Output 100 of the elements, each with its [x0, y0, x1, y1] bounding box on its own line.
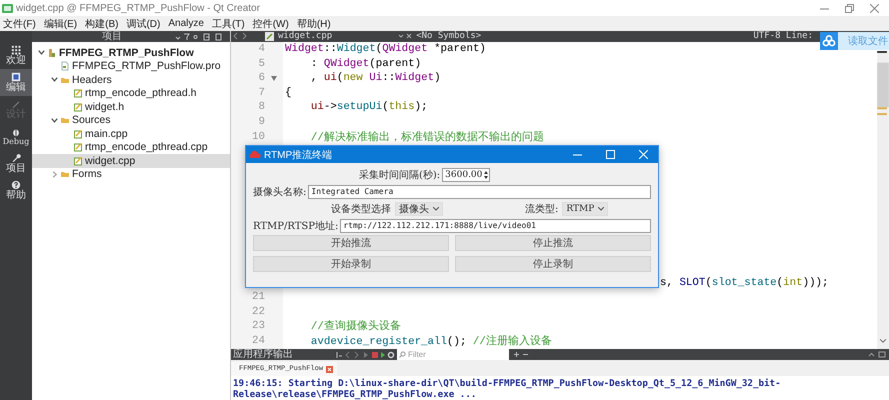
symbols-dropdown[interactable]: <No Symbols> — [416, 31, 482, 42]
mode-button[interactable]: 项目 — [0, 150, 32, 177]
tree-item[interactable]: Headers — [32, 73, 230, 86]
line-number: 24 — [251, 334, 265, 347]
help-icon — [11, 180, 21, 190]
output-toolbar-icon[interactable] — [335, 350, 395, 359]
app-icon — [2, 4, 13, 12]
restore-icon[interactable] — [845, 4, 854, 12]
menu-item[interactable]: 文件(F) — [3, 16, 36, 30]
line-number: 21 — [251, 291, 265, 304]
grid-icon — [11, 45, 21, 55]
window-title: widget.cpp @ FFMPEG_RTMP_PushFlow - Qt Creator — [16, 2, 260, 14]
mode-button[interactable]: Debug — [0, 123, 32, 150]
menu-item[interactable]: 帮助(H) — [296, 16, 331, 30]
bug-icon — [11, 127, 21, 137]
action-button[interactable]: 开始推流 — [253, 235, 449, 251]
tree-item[interactable]: Sources — [32, 114, 230, 127]
line-number: 8 — [258, 101, 265, 114]
device-type-dropdown[interactable]: 摄像头 — [395, 202, 443, 216]
field-label: 设备类型选择 — [331, 202, 391, 216]
file-tab[interactable]: widget.cpp — [278, 31, 332, 42]
field-label: 流类型: — [525, 202, 558, 216]
cloud-icon[interactable] — [820, 32, 838, 50]
line-number: 22 — [251, 306, 265, 318]
menu-item[interactable]: 控件(W) — [252, 16, 289, 30]
menu-item[interactable]: Analyze — [168, 18, 204, 29]
source-file-icon — [73, 142, 83, 152]
encoding-label[interactable]: UTF-8 Line: — [753, 31, 813, 42]
spin-arrows-icon[interactable] — [483, 168, 490, 180]
code-line: s, SLOT(slot_state(int))); — [659, 276, 829, 289]
action-button[interactable]: 开始录制 — [253, 256, 449, 272]
chevron-right-icon[interactable] — [50, 170, 59, 179]
tree-item[interactable]: Forms — [32, 168, 230, 181]
menu-item[interactable]: 调试(D) — [126, 16, 160, 30]
scrollbar[interactable] — [877, 50, 889, 349]
pencil-icon — [11, 99, 21, 109]
code-line: { — [284, 86, 292, 99]
mode-button[interactable]: 编辑 — [0, 69, 32, 96]
stream-type-dropdown[interactable]: RTMP — [562, 202, 608, 216]
line-number: 9 — [258, 116, 265, 128]
menu-item[interactable]: 编辑(E) — [44, 16, 78, 30]
zoom-in-out-icon[interactable] — [513, 351, 529, 358]
pane-title: 项目 — [102, 32, 122, 42]
source-file-icon — [73, 128, 83, 139]
chevron-down-icon[interactable] — [37, 48, 46, 58]
mode-button[interactable]: 帮助 — [0, 177, 32, 204]
code-line: Widget::Widget(QWidget *parent) — [284, 43, 486, 56]
tree-item[interactable]: widget.h — [32, 100, 230, 114]
line-number: 10 — [251, 130, 265, 143]
file-icon — [60, 61, 70, 72]
close-icon[interactable] — [870, 4, 879, 12]
folder-icon — [60, 169, 70, 180]
field-label: 采集时间间隔(秒): — [359, 168, 440, 182]
output-log: 19:46:15: Starting D:\linux-share-dir\QT\build-FFMPEG_RTMP_PushFlow-Desktop_Qt_5_12_6_MinGW_32_bit- Release\release\FFMPEG_RTMP_PushFlow.exe ... — [232, 377, 782, 400]
caret-icon — [433, 206, 439, 210]
interval-spinbox[interactable]: 3600.00 — [442, 168, 490, 182]
code-line: //查询摄像头设备 — [310, 319, 401, 334]
line-number: 6 — [258, 72, 265, 84]
code-line: //解决标准输出，标准错误的数据不输出的问题 — [310, 130, 544, 144]
chevron-down-icon[interactable] — [50, 116, 59, 125]
code-line: , ui(new Ui::Widget) — [310, 72, 441, 84]
source-file-icon — [73, 102, 83, 112]
tree-item[interactable]: FFMPEG_RTMP_PushFlow.pro — [32, 60, 230, 73]
document-icon — [11, 72, 21, 82]
tree-item[interactable]: main.cpp — [32, 127, 230, 140]
tree-item[interactable]: FFMPEG_RTMP_PushFlow — [32, 46, 230, 60]
search-icon — [399, 351, 406, 358]
tree-item[interactable]: widget.cpp — [32, 154, 230, 168]
line-number: 23 — [251, 320, 265, 332]
action-button[interactable]: 停止录制 — [455, 256, 651, 272]
camera-name-field[interactable]: Integrated Camera — [308, 184, 651, 198]
tree-item[interactable]: rtmp_encode_pthread.cpp — [32, 140, 230, 154]
cloud-icon — [249, 150, 261, 159]
pane-controls-icon[interactable] — [868, 351, 886, 358]
pane-title: 应用程序输出 — [233, 350, 293, 360]
folder-icon — [60, 115, 70, 126]
dialog-title: RTMP推流终端 — [264, 148, 332, 162]
code-line: avdevice_register_all(); //注册输入设备 — [310, 334, 552, 348]
source-file-icon — [73, 156, 83, 166]
chevron-down-icon[interactable] — [50, 75, 59, 84]
line-number: 4 — [258, 43, 265, 56]
source-file-icon — [73, 88, 83, 98]
url-field[interactable]: rtmp://122.112.212.171:8888/live/video01 — [340, 218, 651, 232]
mode-button[interactable]: 欢迎 — [0, 42, 32, 69]
caret-icon — [598, 206, 604, 210]
line-number: 5 — [258, 58, 265, 70]
line-number: 7 — [258, 86, 265, 99]
fold-arrow-icon[interactable] — [271, 76, 277, 81]
tree-item[interactable]: rtmp_encode_pthread.h — [32, 86, 230, 100]
field-label: 摄像头名称: — [253, 186, 306, 198]
dropdown-close-icon[interactable] — [398, 32, 412, 40]
project-icon — [47, 48, 57, 58]
menu-item[interactable]: 工具(T) — [212, 16, 245, 30]
code-line: ui->setupUi(this); — [310, 101, 428, 114]
code-line: : QWidget(parent) — [310, 58, 422, 70]
action-button[interactable]: 停止推流 — [455, 235, 651, 251]
menu-item[interactable]: 构建(B) — [85, 16, 118, 30]
maximize-icon[interactable] — [606, 150, 615, 159]
field-label: RTMP/RTSP地址: — [253, 220, 338, 232]
back-forward-icon[interactable] — [233, 32, 247, 40]
